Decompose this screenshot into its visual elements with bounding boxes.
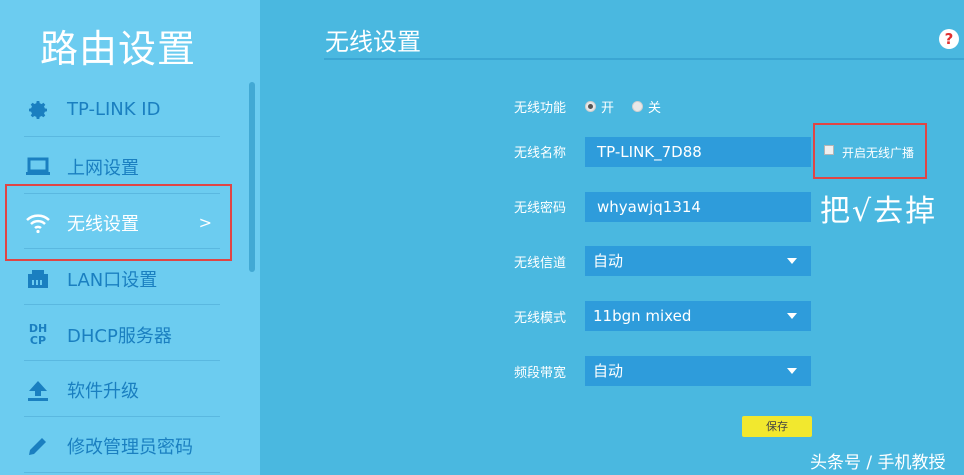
- pencil-icon: [23, 431, 53, 461]
- password-input[interactable]: whyawjq1314: [585, 192, 811, 222]
- title-divider: [324, 58, 964, 60]
- broadcast-label: 开启无线广播: [842, 146, 915, 160]
- sidebar-item-label: DHCP服务器: [67, 325, 172, 347]
- radio-on[interactable]: [585, 101, 596, 112]
- help-icon[interactable]: ?: [939, 29, 959, 49]
- divider: [24, 416, 220, 417]
- radio-off-label: 关: [648, 101, 662, 116]
- ssid-input[interactable]: TP-LINK_7D88: [585, 137, 811, 167]
- mode-select[interactable]: 11bgn mixed: [585, 301, 811, 331]
- channel-value: 自动: [593, 252, 624, 270]
- chevron-down-icon: [787, 368, 797, 374]
- radio-on-label: 开: [601, 101, 615, 116]
- sidebar-item-label: 修改管理员密码: [67, 436, 193, 458]
- sidebar-item-tplink-id[interactable]: TP-LINK ID: [20, 82, 220, 137]
- sidebar: 路由设置 TP-LINK ID 上网设置 无线设置 > LAN口设置 DH CP: [0, 0, 260, 475]
- ssid-label: 无线名称: [514, 146, 567, 161]
- sidebar-item-admin-password[interactable]: 修改管理员密码: [20, 418, 220, 473]
- sidebar-scrollbar[interactable]: [249, 82, 255, 272]
- chevron-down-icon: [787, 258, 797, 264]
- sidebar-item-lan[interactable]: LAN口设置: [20, 251, 220, 306]
- mode-value: 11bgn mixed: [593, 307, 692, 325]
- gear-icon: [23, 95, 53, 125]
- wireless-function-label: 无线功能: [514, 101, 567, 116]
- annotation-text: 把√去掉: [820, 194, 938, 229]
- divider: [24, 360, 220, 361]
- watermark: 头条号 / 手机教授: [810, 453, 946, 473]
- main-panel: 无线设置 ? 无线功能 开 关 无线名称 TP-LINK_7D88 开启无线广播…: [260, 0, 964, 475]
- chevron-down-icon: [787, 313, 797, 319]
- bandwidth-select[interactable]: 自动: [585, 356, 811, 386]
- laptop-icon: [23, 152, 53, 182]
- lan-port-icon: [23, 264, 53, 294]
- brand-title: 路由设置: [40, 27, 197, 71]
- highlight-box: [5, 184, 232, 261]
- mode-label: 无线模式: [514, 311, 567, 326]
- channel-label: 无线信道: [514, 256, 567, 271]
- page-title: 无线设置: [325, 28, 421, 56]
- sidebar-item-label: TP-LINK ID: [67, 99, 161, 120]
- channel-select[interactable]: 自动: [585, 246, 811, 276]
- upload-icon: [23, 375, 53, 405]
- sidebar-item-label: LAN口设置: [67, 269, 158, 291]
- save-button[interactable]: 保存: [742, 416, 812, 437]
- bandwidth-value: 自动: [593, 362, 624, 380]
- dhcp-icon: DH CP: [28, 321, 48, 347]
- wireless-function-radio-group: 开 关: [585, 97, 679, 116]
- sidebar-item-upgrade[interactable]: 软件升级: [20, 362, 220, 417]
- sidebar-item-dhcp[interactable]: DH CP DHCP服务器: [20, 307, 220, 362]
- divider: [24, 136, 220, 137]
- broadcast-checkbox[interactable]: [824, 145, 834, 155]
- divider: [24, 472, 220, 473]
- password-label: 无线密码: [514, 201, 567, 216]
- radio-off[interactable]: [632, 101, 644, 112]
- bandwidth-label: 频段带宽: [514, 366, 567, 381]
- sidebar-item-label: 上网设置: [67, 157, 139, 179]
- sidebar-item-label: 软件升级: [67, 380, 139, 402]
- divider: [24, 304, 220, 305]
